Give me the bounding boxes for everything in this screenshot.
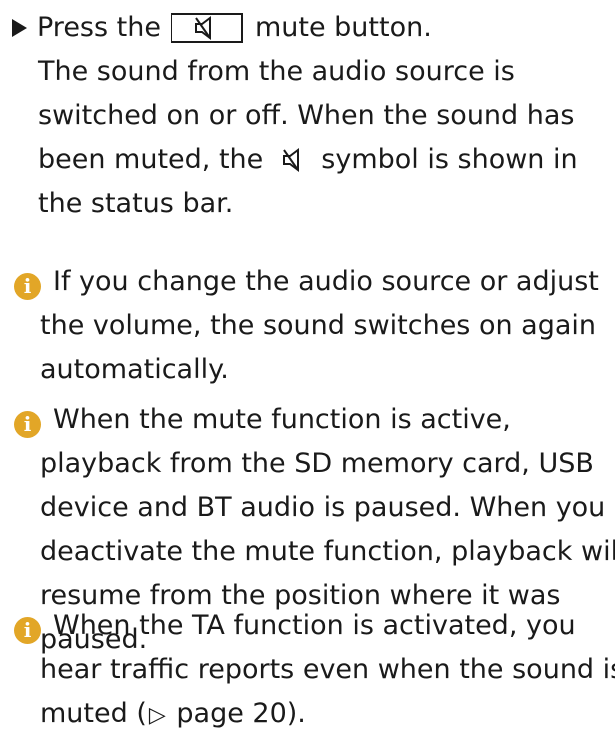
- step-line-5: the status bar.: [38, 188, 234, 219]
- page-reference-arrow-icon: ▷: [148, 703, 166, 728]
- manual-page: Press the mute button. The sound from th…: [0, 0, 615, 736]
- info-note-1: i If you change the audio source or adjus…: [14, 260, 614, 392]
- note-line: automatically.: [40, 354, 229, 385]
- step-line-3: switched on or off. When the sound has: [38, 100, 575, 131]
- note-text: muted (: [40, 698, 147, 729]
- note-line: i When the mute function is active,: [14, 398, 614, 442]
- step-text-been-muted: been muted, the: [38, 144, 264, 175]
- triangle-right-icon: [12, 19, 27, 37]
- info-icon: i: [14, 617, 41, 644]
- info-icon: i: [14, 411, 41, 438]
- step-line-4: been muted, the symbol is shown in: [12, 138, 612, 182]
- note-text: If you change the audio source or adjust: [53, 266, 599, 297]
- note-text: When the mute function is active,: [53, 404, 511, 435]
- step-line-2: The sound from the audio source is: [38, 56, 515, 87]
- info-note-3: i When the TA function is activated, you …: [14, 604, 615, 738]
- note-line: hear traffic reports even when the sound…: [40, 654, 615, 685]
- note-line: muted (▷ page 20).: [14, 692, 614, 738]
- mute-speaker-icon: [195, 16, 212, 40]
- instruction-step: Press the mute button. The sound from th…: [12, 6, 612, 226]
- note-text: When the TA function is activated, you: [53, 610, 576, 641]
- page-reference-link[interactable]: page 20).: [168, 698, 306, 729]
- step-text-mute-button: mute button.: [254, 12, 432, 43]
- step-text-press: Press the: [37, 12, 161, 43]
- info-icon: i: [14, 273, 41, 300]
- mute-speaker-icon: [283, 148, 300, 172]
- note-line: the volume, the sound switches on again: [40, 310, 597, 341]
- note-line: deactivate the mute function, playback w…: [40, 536, 615, 567]
- step-text-symbol-shown: symbol is shown in: [321, 144, 578, 175]
- mute-button-key: [170, 13, 243, 43]
- step-line-1: Press the mute button.: [12, 6, 612, 50]
- note-line: i When the TA function is activated, you: [14, 604, 614, 648]
- note-line: i If you change the audio source or adjus…: [14, 260, 614, 304]
- note-line: playback from the SD memory card, USB: [40, 448, 594, 479]
- note-line: device and BT audio is paused. When you: [40, 492, 606, 523]
